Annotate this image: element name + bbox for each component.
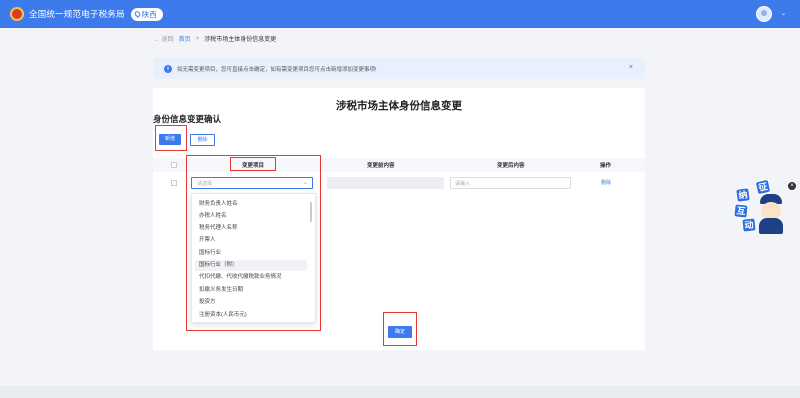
alert-text: 如无需变更项目，您可直接点击确定，如有需变更项目您可点击新增添加变更事项! (177, 66, 377, 73)
tax-emblem-icon (10, 7, 24, 21)
close-icon[interactable]: × (788, 182, 796, 190)
highlight-column-header (230, 157, 276, 171)
row-checkbox[interactable] (171, 180, 177, 186)
before-content-field (327, 177, 444, 189)
highlight-add-button (155, 125, 187, 151)
row-delete-link[interactable]: 删除 (601, 179, 611, 186)
select-all-checkbox[interactable] (171, 162, 177, 168)
breadcrumb-current: 涉税市场主体身份信息变更 (204, 37, 277, 43)
info-alert: i 如无需变更项目，您可直接点击确定，如有需变更项目您可点击新增添加变更事项! … (153, 58, 645, 79)
mascot-char: 动 (741, 217, 757, 233)
mascot-char: 纳 (735, 187, 751, 203)
page-title: 涉税市场主体身份信息变更 (336, 100, 462, 112)
interaction-mascot-widget[interactable]: 征 纳 互 动 × (730, 178, 796, 236)
info-icon: i (164, 64, 172, 73)
region-selector[interactable]: 陕西 (130, 7, 163, 21)
breadcrumb-separator: > (195, 35, 200, 42)
breadcrumb: ← 返回 首页 > 涉税市场主体身份信息变更 (154, 34, 277, 44)
location-pin-icon (133, 10, 142, 18)
breadcrumb-home[interactable]: 首页 (179, 34, 191, 43)
top-bar: 全国统一规范电子税务局 陕西 ⌄ (0, 0, 800, 28)
mascot-body (759, 218, 783, 234)
section-title: 身份信息变更确认 (153, 114, 222, 124)
bottom-bar (0, 386, 800, 398)
column-header-before: 变更前内容 (367, 163, 395, 169)
region-label: 陕西 (141, 9, 157, 19)
chevron-down-icon[interactable]: ⌄ (781, 10, 786, 17)
after-content-placeholder: 请输入 (455, 181, 471, 187)
user-avatar-icon[interactable] (756, 6, 772, 22)
highlight-change-item (186, 155, 321, 331)
column-header-after: 变更后内容 (497, 163, 525, 169)
after-content-input[interactable]: 请输入 (450, 177, 571, 189)
close-icon[interactable]: × (629, 64, 633, 71)
delete-button[interactable]: 删除 (190, 134, 215, 146)
column-header-action: 操作 (600, 163, 612, 169)
site-title[interactable]: 全国统一规范电子税务局 (29, 8, 125, 20)
mascot-char: 互 (733, 203, 749, 219)
highlight-confirm-button (383, 312, 417, 346)
mascot-char: 征 (754, 178, 772, 196)
back-link[interactable]: ← 返回 (154, 34, 174, 43)
